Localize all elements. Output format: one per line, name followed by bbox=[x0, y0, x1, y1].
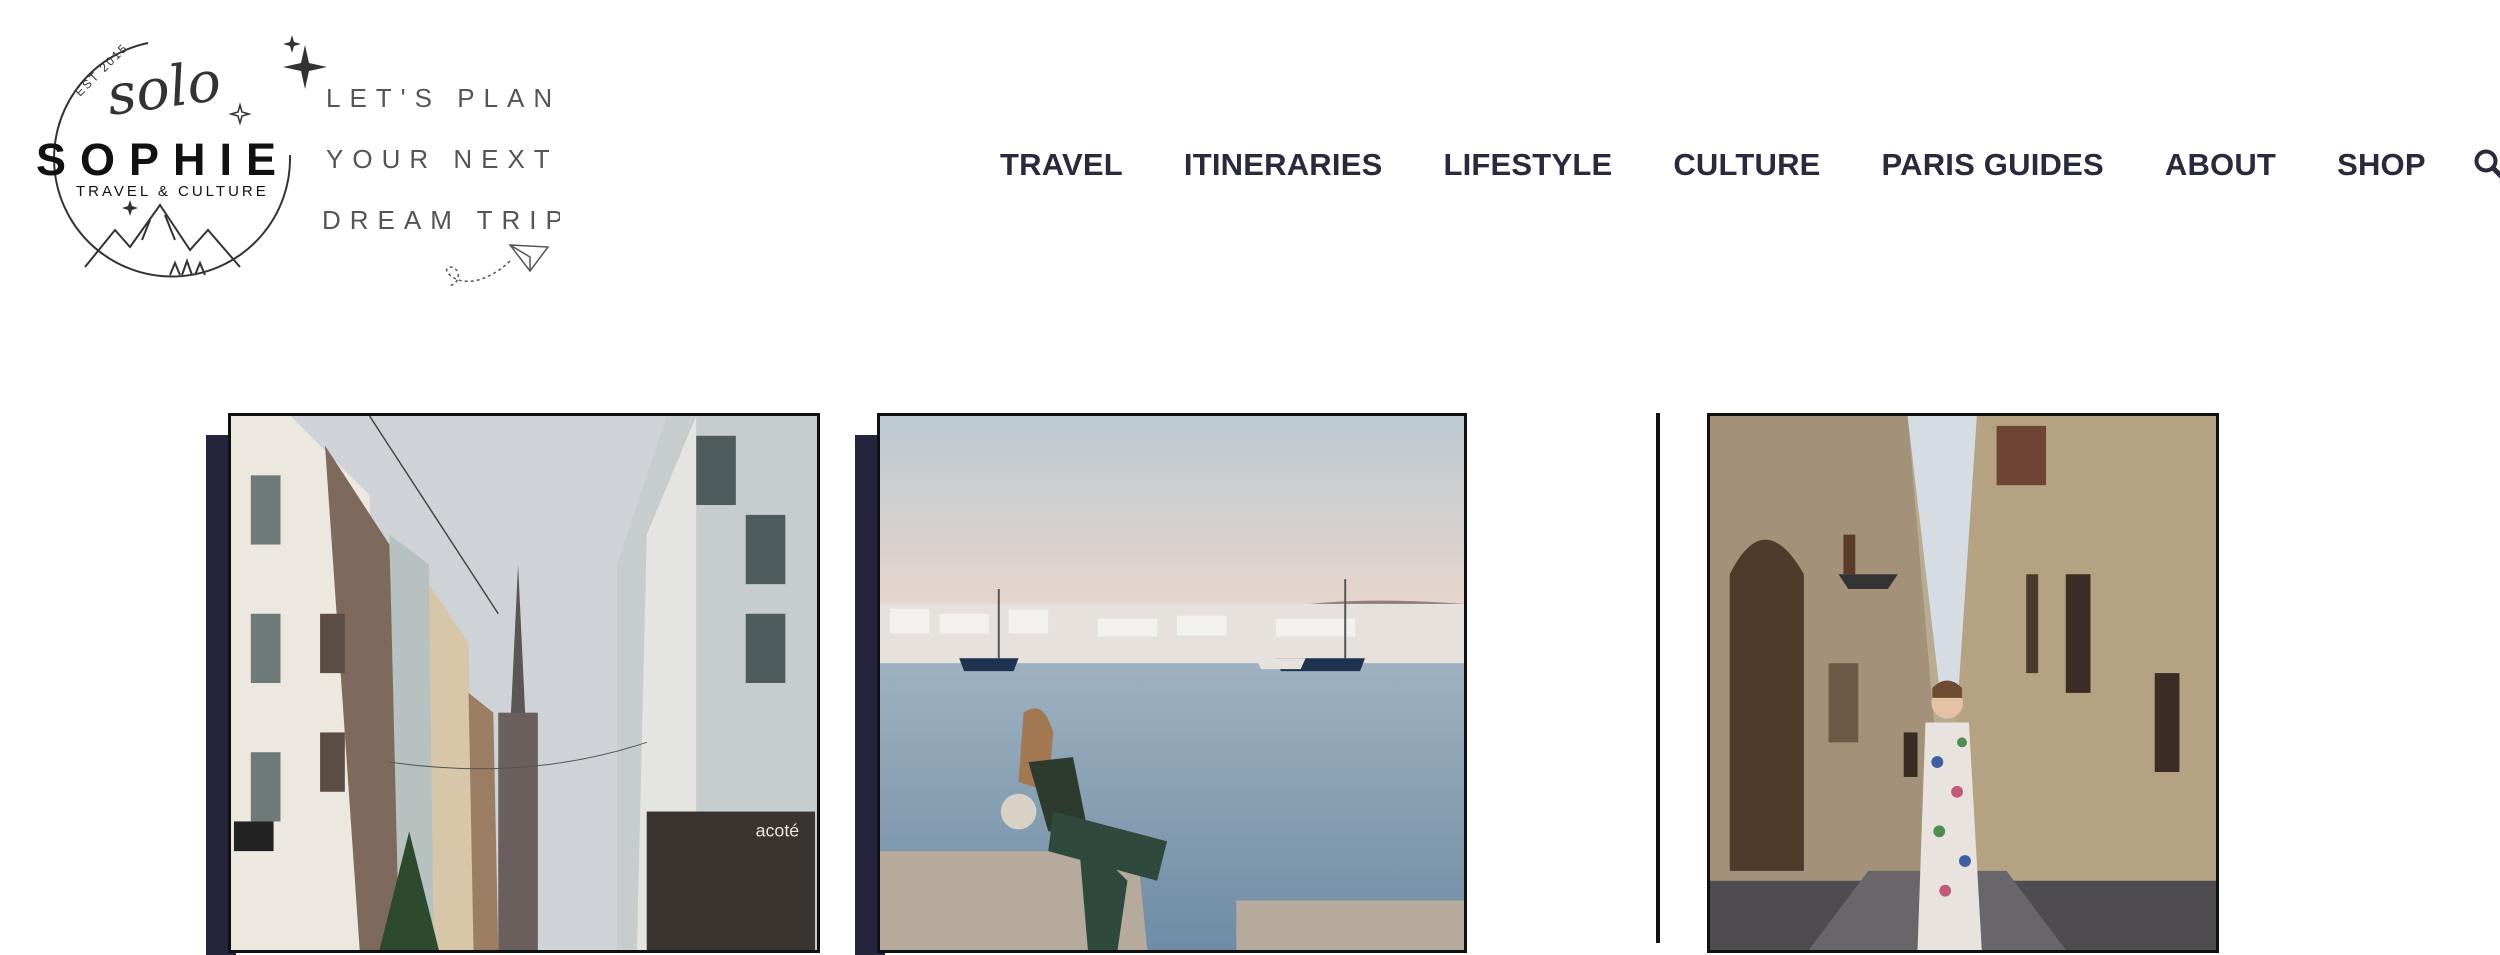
slogan-line-1: LET'S PLAN bbox=[326, 83, 560, 113]
nav-item-culture[interactable]: CULTURE bbox=[1673, 147, 1820, 183]
post-card-strasbourg[interactable]: acoté bbox=[228, 413, 820, 953]
mountains-icon bbox=[84, 203, 241, 276]
nav-item-paris-guides[interactable]: PARIS GUIDES bbox=[1882, 147, 2104, 183]
column-divider bbox=[1656, 413, 1660, 943]
florence-street-image bbox=[1710, 416, 2216, 950]
site-logo[interactable]: EST 2015 solo SOPHIE TRAVEL & CULTURE LE… bbox=[30, 35, 563, 300]
post-card-florence[interactable] bbox=[1707, 413, 2219, 953]
paper-plane-icon bbox=[445, 244, 550, 287]
slogan-line-2: YOUR NEXT bbox=[326, 144, 559, 174]
nav-item-about[interactable]: ABOUT bbox=[2165, 147, 2276, 183]
main-nav: TRAVEL ITINERARIES LIFESTYLE CULTURE PAR… bbox=[1000, 140, 2500, 190]
logo-name: SOPHIE bbox=[36, 134, 290, 185]
nav-item-travel[interactable]: TRAVEL bbox=[1000, 147, 1123, 183]
logo-tagline: TRAVEL & CULTURE bbox=[76, 183, 269, 200]
strasbourg-street-image: acoté bbox=[231, 416, 817, 950]
post-card-mykonos[interactable] bbox=[877, 413, 1467, 953]
search-button[interactable] bbox=[2470, 145, 2500, 185]
shop-sign-text: acoté bbox=[756, 820, 800, 840]
nav-item-shop[interactable]: SHOP bbox=[2337, 147, 2426, 183]
harbor-woman-image bbox=[880, 416, 1464, 950]
search-icon bbox=[2474, 149, 2500, 179]
nav-item-itineraries[interactable]: ITINERARIES bbox=[1184, 147, 1383, 183]
slogan-line-3: DREAM TRIP bbox=[322, 205, 560, 235]
logo-script: solo bbox=[103, 49, 225, 129]
nav-item-lifestyle[interactable]: LIFESTYLE bbox=[1443, 147, 1612, 183]
